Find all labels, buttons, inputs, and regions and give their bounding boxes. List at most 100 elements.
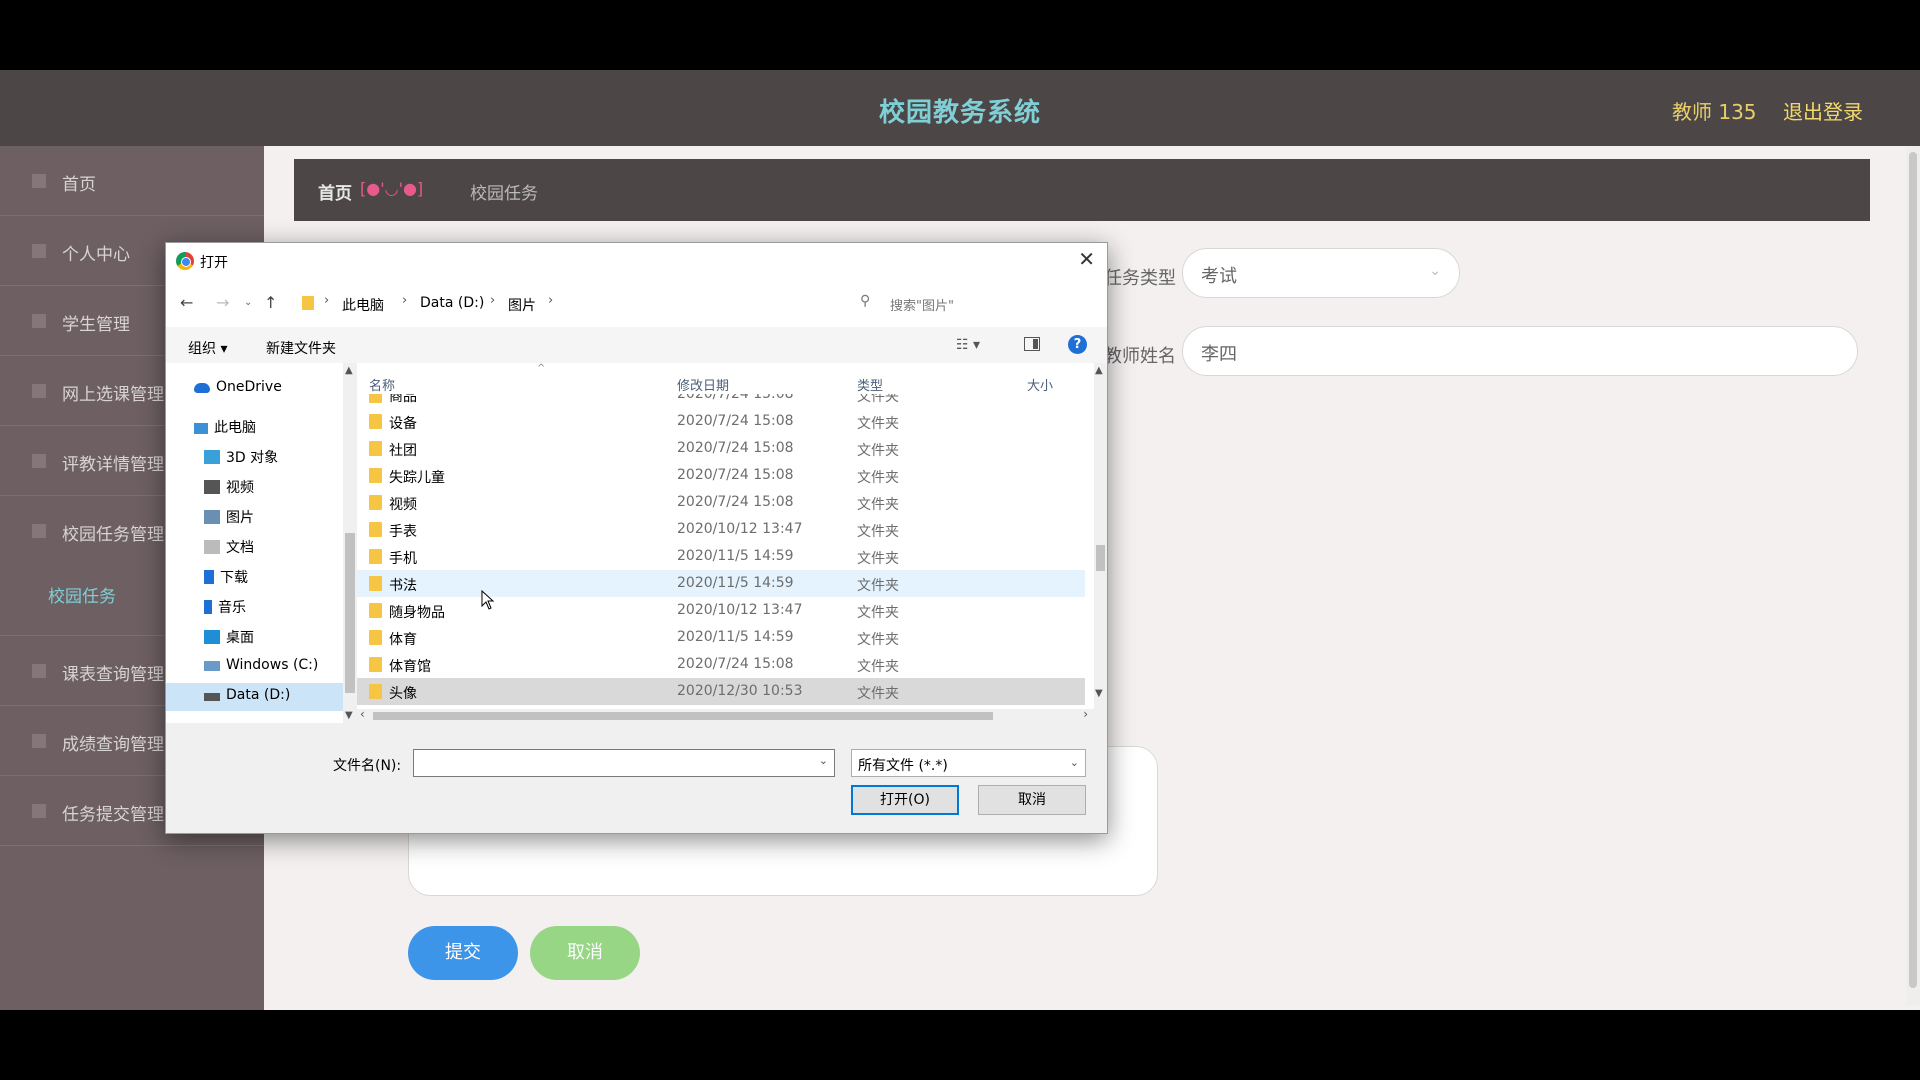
file-row[interactable]: 商品 2020/7/24 15:08 文件夹: [357, 394, 1085, 408]
file-row[interactable]: 头像 2020/12/30 10:53 文件夹: [357, 678, 1085, 705]
cancel-button[interactable]: 取消: [530, 926, 640, 980]
file-name: 失踪儿童: [389, 470, 445, 486]
close-icon[interactable]: ✕: [1078, 247, 1095, 271]
file-type: 文件夹: [857, 497, 899, 513]
folder-icon: [369, 394, 382, 403]
scroll-left-icon[interactable]: ‹: [360, 707, 365, 721]
teacher-name-input[interactable]: 李四: [1182, 326, 1858, 376]
chevron-down-icon: ⌄: [1429, 263, 1441, 279]
search-input[interactable]: ⚲ 搜索"图片": [848, 287, 1098, 319]
file-row[interactable]: 手表 2020/10/12 13:47 文件夹: [357, 516, 1085, 543]
file-row[interactable]: 设备 2020/7/24 15:08 文件夹: [357, 408, 1085, 435]
sidebar-item-label: 评教详情管理: [62, 455, 164, 475]
folder-icon: [369, 603, 382, 618]
chevron-right-icon[interactable]: ›: [324, 293, 329, 308]
scroll-up-icon[interactable]: ▲: [1095, 365, 1103, 376]
scrollbar-thumb[interactable]: [373, 712, 993, 720]
chevron-right-icon[interactable]: ›: [402, 293, 407, 308]
file-row[interactable]: 失踪儿童 2020/7/24 15:08 文件夹: [357, 462, 1085, 489]
file-list-vertical-scrollbar[interactable]: ▲ ▼: [1094, 363, 1107, 701]
recent-dropdown-icon[interactable]: ⌄: [244, 297, 252, 308]
file-row[interactable]: 手机 2020/11/5 14:59 文件夹: [357, 543, 1085, 570]
submit-button[interactable]: 提交: [408, 926, 518, 980]
sidebar-item-home[interactable]: 首页: [0, 146, 264, 216]
nav-item-label: 文档: [226, 540, 254, 556]
nav-item-music[interactable]: 音乐: [204, 597, 246, 617]
chrome-icon: [176, 252, 194, 270]
folder-icon: [369, 522, 382, 537]
view-options-icon[interactable]: ☷ ▾: [956, 337, 980, 353]
sidebar-subitem-campus-task[interactable]: 校园任务: [48, 582, 116, 607]
sidebar-item-label: 成绩查询管理: [62, 735, 164, 755]
dialog-cancel-button[interactable]: 取消: [978, 785, 1086, 815]
page-scrollbar[interactable]: [1906, 146, 1920, 1006]
scroll-down-icon[interactable]: ▼: [1095, 688, 1103, 699]
nav-pane-scrollbar[interactable]: ▲ ▼: [343, 363, 357, 723]
video-icon: [204, 480, 220, 494]
file-row[interactable]: 体育馆 2020/7/24 15:08 文件夹: [357, 651, 1085, 678]
chevron-right-icon[interactable]: ›: [490, 293, 495, 308]
nav-item-downloads[interactable]: 下载: [204, 567, 248, 587]
nav-item-3d-objects[interactable]: 3D 对象: [204, 447, 278, 467]
breadcrumb-home[interactable]: 首页: [318, 179, 352, 204]
scroll-right-icon[interactable]: ›: [1083, 707, 1088, 721]
search-placeholder: 搜索"图片": [890, 299, 954, 314]
file-row[interactable]: 视频 2020/7/24 15:08 文件夹: [357, 489, 1085, 516]
filetype-select[interactable]: 所有文件 (*.*) ⌄: [851, 749, 1086, 777]
scroll-up-icon[interactable]: ▲: [345, 365, 353, 376]
filename-input[interactable]: ⌄: [413, 749, 835, 777]
nav-item-this-pc[interactable]: 此电脑: [194, 417, 256, 437]
path-this-pc[interactable]: 此电脑: [342, 295, 384, 315]
file-date: 2020/7/24 15:08: [677, 413, 794, 429]
file-row[interactable]: 随身物品 2020/10/12 13:47 文件夹: [357, 597, 1085, 624]
column-type[interactable]: 类型: [857, 375, 883, 394]
file-type: 文件夹: [857, 443, 899, 459]
scroll-down-icon[interactable]: ▼: [345, 710, 353, 721]
back-arrow-icon[interactable]: ←: [180, 293, 193, 312]
file-type: 文件夹: [857, 605, 899, 621]
file-open-dialog: 打开 ✕ ← → ⌄ ↑ › 此电脑 › Data (D:) › 图片 › ⌄ …: [165, 242, 1108, 834]
chevron-down-icon[interactable]: ⌄: [819, 754, 828, 767]
task-type-select[interactable]: 考试 ⌄: [1182, 248, 1460, 298]
file-list-horizontal-scrollbar[interactable]: ‹ ›: [357, 707, 1094, 723]
nav-item-desktop[interactable]: 桌面: [204, 627, 254, 647]
sidebar-item-label: 首页: [62, 175, 96, 195]
nav-item-label: 桌面: [226, 630, 254, 646]
open-button[interactable]: 打开(O): [851, 785, 959, 815]
path-data-d[interactable]: Data (D:): [420, 295, 484, 311]
breadcrumb-current: 校园任务: [470, 184, 538, 204]
organize-button[interactable]: 组织 ▾: [188, 338, 227, 358]
scrollbar-thumb[interactable]: [345, 533, 355, 693]
file-type: 文件夹: [857, 524, 899, 540]
chevron-right-icon[interactable]: ›: [548, 293, 553, 308]
preview-pane-icon[interactable]: [1024, 337, 1040, 351]
sidebar-item-label: 校园任务管理: [62, 525, 164, 545]
address-row: ← → ⌄ ↑ › 此电脑 › Data (D:) › 图片 › ⌄ ↻ ⚲ 搜…: [166, 279, 1107, 327]
nav-item-documents[interactable]: 文档: [204, 537, 254, 557]
up-arrow-icon[interactable]: ↑: [264, 293, 277, 312]
file-list: ^ 名称 修改日期 类型 大小 商品 2020/7/24 15:08 文件夹 设…: [357, 363, 1094, 723]
scrollbar-thumb[interactable]: [1909, 152, 1917, 988]
forward-arrow-icon[interactable]: →: [216, 293, 229, 312]
scrollbar-thumb[interactable]: [1096, 545, 1105, 571]
help-icon[interactable]: ?: [1068, 335, 1087, 354]
sort-up-icon: ^: [537, 363, 546, 374]
path-pictures[interactable]: 图片: [508, 295, 536, 315]
nav-item-onedrive[interactable]: OneDrive: [194, 379, 282, 395]
nav-item-pictures[interactable]: 图片: [204, 507, 254, 527]
file-row[interactable]: 社团 2020/7/24 15:08 文件夹: [357, 435, 1085, 462]
file-row[interactable]: 体育 2020/11/5 14:59 文件夹: [357, 624, 1085, 651]
folder-icon: [369, 657, 382, 672]
nav-item-data-d[interactable]: Data (D:): [166, 683, 343, 711]
column-name[interactable]: 名称: [369, 375, 395, 394]
bullet-icon: [32, 314, 46, 328]
nav-item-windows-c[interactable]: Windows (C:): [204, 657, 318, 673]
nav-item-videos[interactable]: 视频: [204, 477, 254, 497]
file-row[interactable]: 书法 2020/11/5 14:59 文件夹: [357, 570, 1085, 597]
new-folder-button[interactable]: 新建文件夹: [266, 338, 336, 358]
nav-item-label: 视频: [226, 480, 254, 496]
column-size[interactable]: 大小: [1027, 375, 1053, 394]
drive-icon: [204, 693, 220, 701]
column-date[interactable]: 修改日期: [677, 375, 729, 394]
logout-link[interactable]: 退出登录: [1783, 96, 1863, 125]
